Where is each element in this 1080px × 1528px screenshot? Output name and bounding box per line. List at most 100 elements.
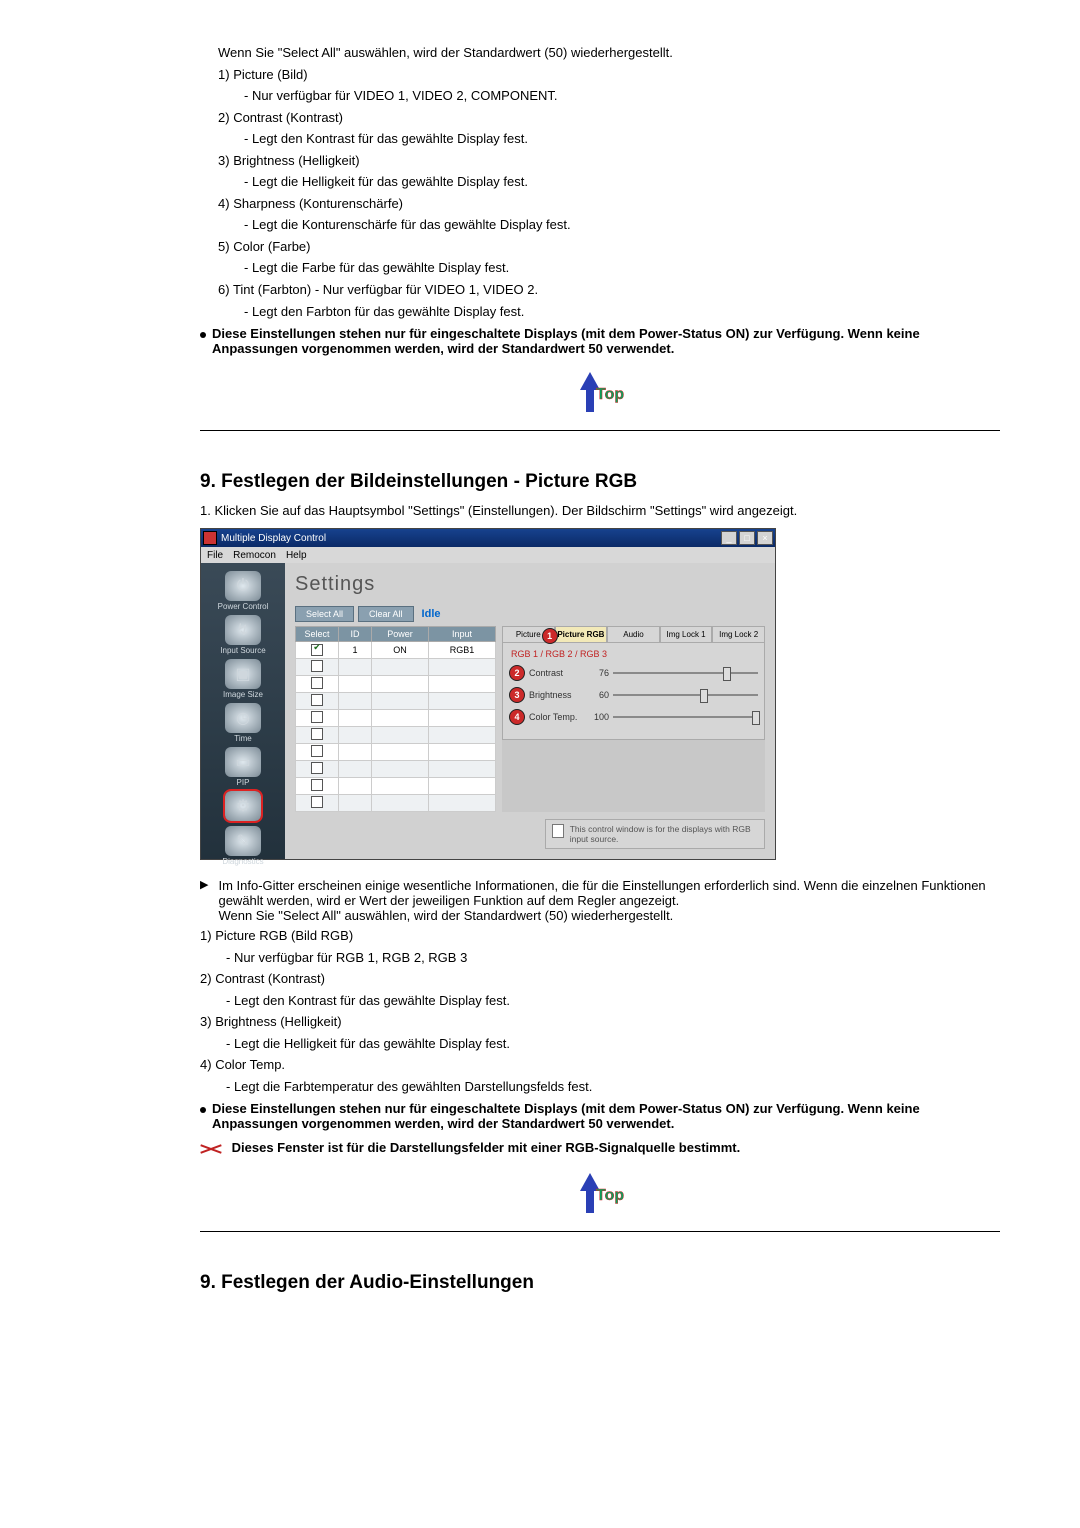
menubar: File Remocon Help [201, 547, 775, 563]
table-row[interactable] [296, 761, 496, 778]
list-item: 5) Color (Farbe) [218, 238, 1000, 256]
row-checkbox[interactable] [311, 711, 323, 723]
menu-remocon[interactable]: Remocon [233, 550, 276, 561]
slider-brightness: 3 Brightness 60 [509, 687, 758, 703]
table-row[interactable] [296, 710, 496, 727]
table-row[interactable]: 1 ON RGB1 [296, 642, 496, 659]
slider-value: 76 [589, 668, 609, 678]
list-num: 3) [200, 1014, 212, 1029]
table-row[interactable] [296, 659, 496, 676]
close-button[interactable]: × [757, 531, 773, 545]
menu-file[interactable]: File [207, 550, 223, 561]
list-sub: - Nur verfügbar für VIDEO 1, VIDEO 2, CO… [244, 87, 1000, 105]
sidebar-item-time[interactable]: ◷Time [207, 701, 279, 743]
slider-track[interactable] [613, 694, 758, 696]
list-item: 4) Color Temp. [200, 1056, 1000, 1074]
sidebar-item-power-control[interactable]: ⏻Power Control [207, 569, 279, 611]
col-id: ID [339, 627, 372, 642]
minimize-button[interactable]: _ [721, 531, 737, 545]
tab-picture-rgb[interactable]: Picture RGB [555, 626, 608, 642]
list-item: 3) Brightness (Helligkeit) [218, 152, 1000, 170]
slider-track[interactable] [613, 716, 758, 718]
back-to-top-link[interactable]: Top [576, 372, 624, 416]
row-checkbox[interactable] [311, 762, 323, 774]
bullet-icon [200, 332, 206, 338]
idle-label: Idle [422, 608, 441, 620]
sidebar-item-settings[interactable]: ⚙ [207, 789, 279, 822]
info-grid-lead: Im Info-Gitter erscheinen einige wesentl… [218, 878, 985, 908]
list-title: Contrast (Kontrast) [233, 110, 343, 125]
tab-img-lock-2[interactable]: Img Lock 2 [712, 626, 765, 642]
divider [200, 1231, 1000, 1232]
image-size-icon: ▣ [225, 659, 261, 689]
cell-power: ON [372, 642, 429, 659]
cell-input: RGB1 [429, 642, 496, 659]
maximize-button[interactable]: □ [739, 531, 755, 545]
slider-label: Color Temp. [529, 712, 585, 722]
list-item: 3) Brightness (Helligkeit) [200, 1013, 1000, 1031]
list-sub: - Legt den Kontrast für das gewählte Dis… [244, 130, 1000, 148]
list-title: Picture RGB (Bild RGB) [215, 928, 353, 943]
list-title: Brightness (Helligkeit) [233, 153, 359, 168]
sidebar-item-label: Time [207, 734, 279, 743]
sidebar-item-image-size[interactable]: ▣Image Size [207, 657, 279, 699]
list-item: 2) Contrast (Kontrast) [218, 109, 1000, 127]
slider-thumb[interactable] [700, 689, 708, 703]
tab-img-lock-1[interactable]: Img Lock 1 [660, 626, 713, 642]
sidebar-item-diagnostics[interactable]: ✎Diagnostics [207, 824, 279, 866]
list-num: 3) [218, 153, 230, 168]
mode-line: RGB 1 / RGB 2 / RGB 3 [511, 649, 758, 659]
sidebar-item-label: Image Size [207, 690, 279, 699]
row-checkbox[interactable] [311, 745, 323, 757]
table-row[interactable] [296, 795, 496, 812]
info-note-text: This control window is for the displays … [570, 824, 758, 844]
pip-icon: ▭ [225, 747, 261, 777]
badge-1-icon: 1 [542, 628, 558, 644]
section-heading-picture-rgb: 9. Festlegen der Bildeinstellungen - Pic… [200, 471, 1000, 493]
list-title: Brightness (Helligkeit) [215, 1014, 341, 1029]
table-row[interactable] [296, 727, 496, 744]
select-all-note-2: Wenn Sie "Select All" auswählen, wird de… [218, 908, 673, 923]
table-row[interactable] [296, 778, 496, 795]
row-checkbox[interactable] [311, 660, 323, 672]
top-label: Top [596, 386, 624, 404]
tab-picture[interactable]: Picture 1 [502, 626, 555, 642]
clear-all-button[interactable]: Clear All [358, 606, 414, 622]
badge-3-icon: 3 [509, 687, 525, 703]
row-checkbox[interactable] [311, 728, 323, 740]
table-row[interactable] [296, 744, 496, 761]
divider [200, 430, 1000, 431]
list-num: 4) [218, 196, 230, 211]
slider-track[interactable] [613, 672, 758, 674]
diagnostics-icon: ✎ [225, 826, 261, 856]
col-input: Input [429, 627, 496, 642]
bullet-icon [200, 1107, 206, 1113]
row-checkbox[interactable] [311, 779, 323, 791]
sidebar-item-label: Input Source [207, 646, 279, 655]
step-1-text: 1. Klicken Sie auf das Hauptsymbol "Sett… [200, 503, 1000, 518]
row-checkbox[interactable] [311, 677, 323, 689]
list-item: 1) Picture RGB (Bild RGB) [200, 927, 1000, 945]
control-panel: Picture 1 Picture RGB Audio Img Lock 1 I… [502, 626, 765, 812]
sidebar-item-input-source[interactable]: ↯Input Source [207, 613, 279, 655]
row-checkbox[interactable] [311, 796, 323, 808]
back-to-top-link[interactable]: Top [576, 1173, 624, 1217]
menu-help[interactable]: Help [286, 550, 307, 561]
arrow-stem-icon [586, 1189, 594, 1213]
slider-value: 100 [589, 712, 609, 722]
display-grid: Select ID Power Input 1 ON RGB1 [295, 626, 496, 812]
table-row[interactable] [296, 693, 496, 710]
table-row[interactable] [296, 676, 496, 693]
list-title: Picture (Bild) [233, 67, 307, 82]
list-title: Sharpness (Konturenschärfe) [233, 196, 403, 211]
gear-icon: ⚙ [225, 791, 261, 821]
select-all-button[interactable]: Select All [295, 606, 354, 622]
sidebar-item-pip[interactable]: ▭PIP [207, 745, 279, 787]
row-checkbox[interactable] [311, 694, 323, 706]
tab-audio[interactable]: Audio [607, 626, 660, 642]
slider-thumb[interactable] [723, 667, 731, 681]
row-checkbox[interactable] [311, 644, 323, 656]
slider-thumb[interactable] [752, 711, 760, 725]
titlebar: Multiple Display Control _ □ × [201, 529, 775, 547]
list-sub: - Legt die Konturenschärfe für das gewäh… [244, 216, 1000, 234]
